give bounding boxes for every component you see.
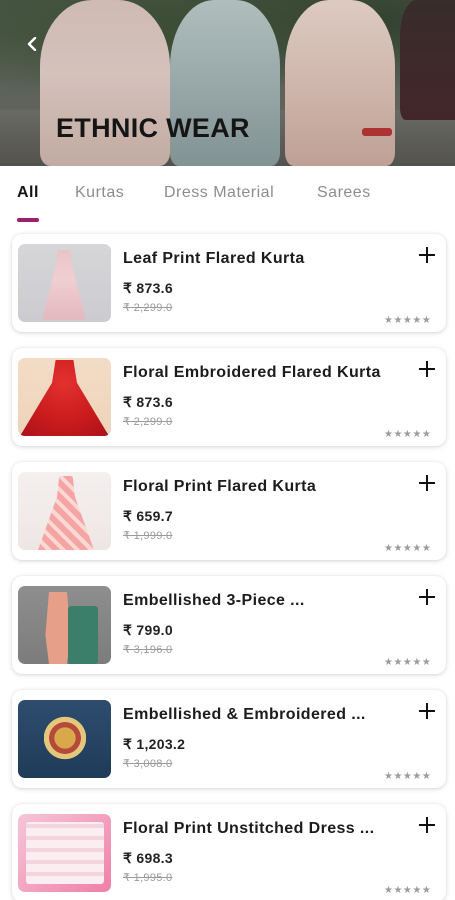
star-rating: ★★★★★ xyxy=(384,657,432,668)
product-price: ₹ 1,203.2 xyxy=(123,736,186,752)
product-mrp: ₹ 3,008.0 xyxy=(123,758,173,770)
plus-icon xyxy=(419,361,435,377)
product-image[interactable] xyxy=(18,472,111,550)
back-arrow-icon xyxy=(27,37,37,51)
product-mrp: ₹ 2,299.0 xyxy=(123,302,173,314)
product-card[interactable]: Floral Embroidered Flared Kurta ₹ 873.6 … xyxy=(12,348,446,446)
plus-icon xyxy=(419,817,435,833)
product-mrp: ₹ 1,995.0 xyxy=(123,872,173,884)
add-to-cart-button[interactable] xyxy=(414,356,440,382)
star-rating: ★★★★★ xyxy=(384,429,432,440)
star-rating: ★★★★★ xyxy=(384,885,432,896)
product-card[interactable]: Embellished 3-Piece ... ₹ 799.0 ₹ 3,196.… xyxy=(12,576,446,674)
product-card[interactable]: Leaf Print Flared Kurta ₹ 873.6 ₹ 2,299.… xyxy=(12,234,446,332)
product-image[interactable] xyxy=(18,244,111,322)
add-to-cart-button[interactable] xyxy=(414,698,440,724)
plus-icon xyxy=(419,589,435,605)
product-image-fabric xyxy=(26,822,104,884)
product-image[interactable] xyxy=(18,358,111,436)
product-price: ₹ 873.6 xyxy=(123,394,173,410)
page-title: ETHNIC WEAR xyxy=(56,113,250,143)
product-name[interactable]: Embellished 3-Piece ... xyxy=(123,592,403,610)
tab-kurtas[interactable]: Kurtas xyxy=(75,184,124,202)
add-to-cart-button[interactable] xyxy=(414,812,440,838)
product-image[interactable] xyxy=(18,586,111,664)
product-image-dress xyxy=(20,360,109,436)
product-card[interactable]: Floral Print Flared Kurta ₹ 659.7 ₹ 1,99… xyxy=(12,462,446,560)
tab-all[interactable]: All xyxy=(17,184,39,202)
product-card[interactable]: Embellished & Embroidered ... ₹ 1,203.2 … xyxy=(12,690,446,788)
hero-banner: ETHNIC WEAR xyxy=(0,0,455,166)
star-rating: ★★★★★ xyxy=(384,543,432,554)
product-price: ₹ 659.7 xyxy=(123,508,173,524)
product-image[interactable] xyxy=(18,814,111,892)
product-card[interactable]: Floral Print Unstitched Dress ... ₹ 698.… xyxy=(12,804,446,900)
back-button[interactable] xyxy=(18,30,46,58)
product-image[interactable] xyxy=(18,700,111,778)
category-tabs: All Kurtas Dress Material Sarees xyxy=(0,166,455,224)
product-name[interactable]: Floral Print Unstitched Dress ... xyxy=(123,820,403,838)
product-price: ₹ 698.3 xyxy=(123,850,173,866)
star-rating: ★★★★★ xyxy=(384,771,432,782)
product-name[interactable]: Embellished & Embroidered ... xyxy=(123,706,403,724)
add-to-cart-button[interactable] xyxy=(414,584,440,610)
product-mrp: ₹ 3,196.0 xyxy=(123,644,173,656)
product-name[interactable]: Floral Print Flared Kurta xyxy=(123,478,403,496)
tab-dress-material[interactable]: Dress Material xyxy=(164,184,274,202)
product-mrp: ₹ 1,999.0 xyxy=(123,530,173,542)
product-price: ₹ 873.6 xyxy=(123,280,173,296)
product-name[interactable]: Floral Embroidered Flared Kurta xyxy=(123,364,403,382)
product-price: ₹ 799.0 xyxy=(123,622,173,638)
plus-icon xyxy=(419,475,435,491)
tab-sarees[interactable]: Sarees xyxy=(317,184,371,202)
product-mrp: ₹ 2,299.0 xyxy=(123,416,173,428)
product-image-dress xyxy=(42,250,86,320)
star-rating: ★★★★★ xyxy=(384,315,432,326)
product-image-dress xyxy=(38,476,94,550)
product-name[interactable]: Leaf Print Flared Kurta xyxy=(123,250,403,268)
product-image-embroidery xyxy=(44,710,86,766)
plus-icon xyxy=(419,703,435,719)
plus-icon xyxy=(419,247,435,263)
product-image-dupatta xyxy=(68,606,98,664)
active-tab-indicator xyxy=(17,218,39,222)
add-to-cart-button[interactable] xyxy=(414,470,440,496)
add-to-cart-button[interactable] xyxy=(414,242,440,268)
